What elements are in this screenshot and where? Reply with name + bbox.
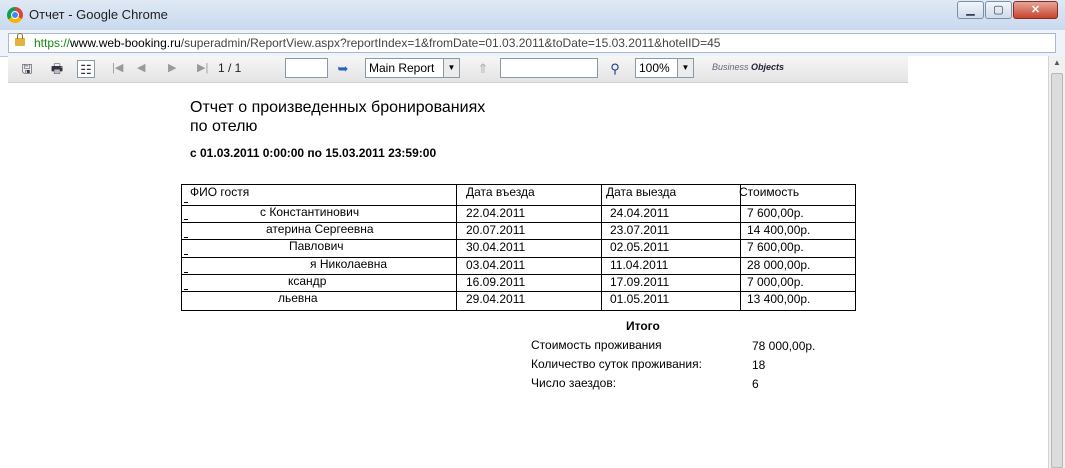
url-path: /superadmin/ReportView.aspx?reportIndex=… xyxy=(180,36,721,50)
checkout-date: 02.05.2011 xyxy=(610,240,670,254)
window-titlebar: Отчет - Google Chrome ▁ ▢ ✕ xyxy=(0,0,1065,31)
checkin-date: 30.04.2011 xyxy=(466,240,526,254)
checkout-date: 11.04.2011 xyxy=(610,258,669,272)
summary-value: 18 xyxy=(752,358,766,372)
guest-name: льевна xyxy=(278,291,318,305)
summary-value: 6 xyxy=(752,377,759,391)
cost-value: 28 000,00р. xyxy=(747,258,811,272)
report-period: с 01.03.2011 0:00:00 по 15.03.2011 23:59… xyxy=(190,146,437,160)
search-input[interactable] xyxy=(500,58,598,78)
maximize-button[interactable]: ▢ xyxy=(985,1,1012,19)
binoculars-icon[interactable]: ⚲ xyxy=(606,60,624,78)
logo-text-b: Objects xyxy=(751,62,785,72)
url-field[interactable]: https://www.web-booking.ru/superadmin/Re… xyxy=(8,33,1056,53)
column-header-cost: Стоимость xyxy=(739,185,800,199)
redaction-mark xyxy=(184,219,188,220)
checkin-date: 29.04.2011 xyxy=(466,292,526,306)
table-rule xyxy=(601,185,602,310)
first-page-icon[interactable]: |◀ xyxy=(112,61,123,74)
report-toolbar: 🖫 🖶 ☷ |◀ ◀ ▶ ▶| 1 / 1 ➥ Main Report ▼ ⇑ ⚲… xyxy=(8,56,908,83)
checkin-date: 20.07.2011 xyxy=(466,223,526,237)
guest-name: с Константинович xyxy=(260,205,360,219)
url-protocol: https:// xyxy=(34,36,71,50)
checkout-date: 24.04.2011 xyxy=(610,206,670,220)
summary-heading: Итого xyxy=(626,319,660,333)
goto-page-icon[interactable]: ➥ xyxy=(334,60,352,78)
goto-page-input[interactable] xyxy=(285,58,328,78)
summary-label: Стоимость проживания xyxy=(531,338,662,352)
group-tree-icon[interactable]: ☷ xyxy=(77,60,95,78)
page-indicator: 1 / 1 xyxy=(218,61,242,75)
column-header-guest: ФИО гостя xyxy=(190,185,250,199)
minimize-button[interactable]: ▁ xyxy=(957,1,984,19)
export-icon[interactable]: 🖫 xyxy=(18,60,36,78)
guest-name: я Николаевна xyxy=(310,257,388,271)
print-icon[interactable]: 🖶 xyxy=(48,60,66,78)
summary-label: Число заездов: xyxy=(531,376,617,390)
checkin-date: 22.04.2011 xyxy=(466,206,526,220)
url-host: www.web-booking.ru xyxy=(70,36,181,50)
zoom-select-value: 100% xyxy=(639,61,670,75)
chevron-down-icon: ▼ xyxy=(443,59,459,77)
cost-value: 7 600,00р. xyxy=(747,240,804,254)
redaction-mark xyxy=(184,289,188,290)
checkout-date: 01.05.2011 xyxy=(610,292,670,306)
cost-value: 14 400,00р. xyxy=(747,223,811,237)
chevron-down-icon: ▼ xyxy=(677,59,693,77)
redaction-mark xyxy=(184,272,188,273)
report-title-line1: Отчет о произведенных бронированиях xyxy=(190,99,486,116)
url-text: https://www.web-booking.ru/superadmin/Re… xyxy=(34,36,720,50)
window-title: Отчет - Google Chrome xyxy=(29,7,168,22)
logo-text-a: Business xyxy=(712,62,749,72)
column-header-checkout: Дата выезда xyxy=(606,185,677,199)
report-select[interactable]: Main Report ▼ xyxy=(365,58,460,78)
address-bar: https://www.web-booking.ru/superadmin/Re… xyxy=(0,30,1065,57)
guest-name: ксандр xyxy=(288,274,327,288)
cost-value: 7 000,00р. xyxy=(747,275,804,289)
business-objects-logo: Business Objects xyxy=(712,62,784,72)
table-rule xyxy=(740,185,741,310)
checkin-date: 03.04.2011 xyxy=(466,258,526,272)
cost-value: 13 400,00р. xyxy=(747,292,811,306)
guest-name: атерина Сергеевна xyxy=(266,222,374,236)
scroll-up-icon[interactable]: ▲ xyxy=(1049,56,1065,70)
column-header-checkin: Дата въезда xyxy=(466,185,535,199)
checkin-date: 16.09.2011 xyxy=(466,275,526,289)
report-title-line2: по отелю xyxy=(190,118,258,135)
next-page-icon[interactable]: ▶ xyxy=(168,61,176,74)
zoom-select[interactable]: 100% ▼ xyxy=(635,58,694,78)
last-page-icon[interactable]: ▶| xyxy=(197,61,208,74)
prev-page-icon[interactable]: ◀ xyxy=(137,61,145,74)
drill-up-icon[interactable]: ⇑ xyxy=(474,60,492,78)
table-rule xyxy=(456,185,457,310)
vertical-scrollbar[interactable]: ▲ xyxy=(1048,56,1065,468)
redaction-mark xyxy=(184,202,188,203)
cost-value: 7 600,00р. xyxy=(747,206,804,220)
scrollbar-thumb[interactable] xyxy=(1051,73,1063,468)
close-button[interactable]: ✕ xyxy=(1013,1,1058,19)
chrome-logo-icon xyxy=(7,7,23,23)
bookings-table: ФИО гостя Дата въезда Дата выезда Стоимо… xyxy=(181,184,856,311)
checkout-date: 17.09.2011 xyxy=(610,275,670,289)
redaction-mark xyxy=(184,237,188,238)
lock-icon xyxy=(15,33,25,46)
guest-name: Павлович xyxy=(289,239,344,253)
checkout-date: 23.07.2011 xyxy=(610,223,670,237)
report-viewer: 🖫 🖶 ☷ |◀ ◀ ▶ ▶| 1 / 1 ➥ Main Report ▼ ⇑ ⚲… xyxy=(8,56,1065,468)
redaction-mark xyxy=(184,254,188,255)
report-select-value: Main Report xyxy=(369,61,435,75)
summary-label: Количество суток проживания: xyxy=(531,357,702,371)
summary-value: 78 000,00р. xyxy=(752,339,816,353)
